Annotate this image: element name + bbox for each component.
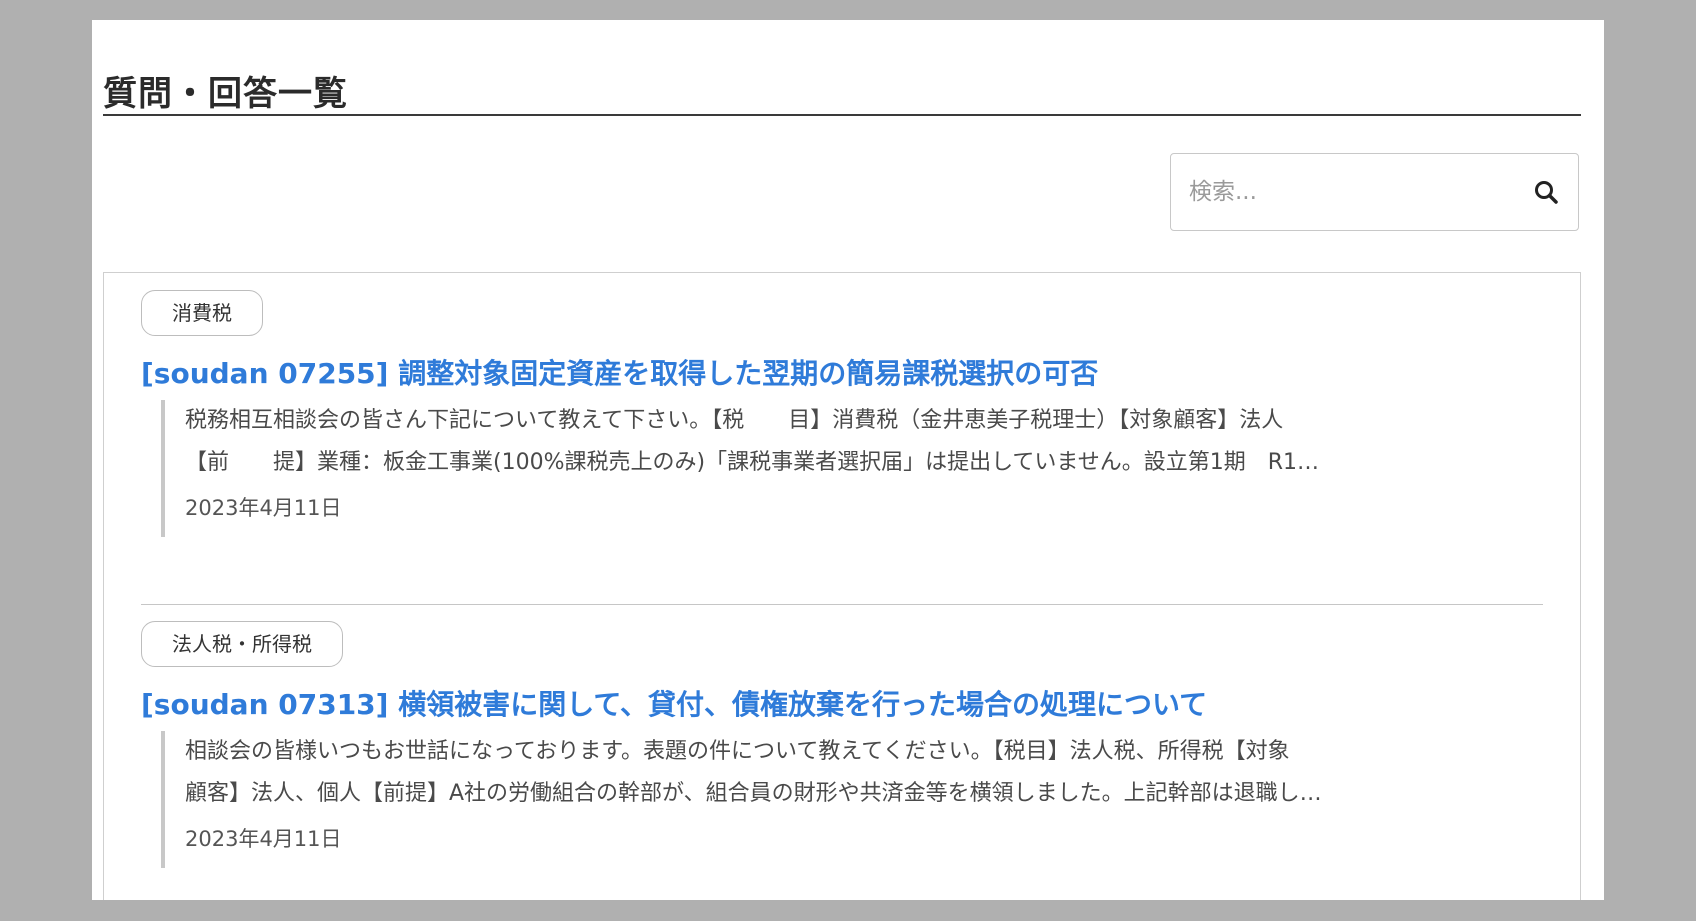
excerpt-text: 税務相互相談会の皆さん下記について教えて下さい。【税 目】消費税（金井恵美子税理… <box>185 400 1525 484</box>
category-tag[interactable]: 消費税 <box>141 290 263 336</box>
excerpt-block: 相談会の皆様いつもお世話になっております。表題の件について教えてください。【税目… <box>161 731 1543 868</box>
excerpt-text: 相談会の皆様いつもお世話になっております。表題の件について教えてください。【税目… <box>185 731 1525 815</box>
excerpt-block: 税務相互相談会の皆さん下記について教えて下さい。【税 目】消費税（金井恵美子税理… <box>161 400 1543 537</box>
search-icon <box>1530 181 1564 213</box>
excerpt-line: 税務相互相談会の皆さん下記について教えて下さい。【税 目】消費税（金井恵美子税理… <box>185 408 1284 433</box>
page-title: 質問・回答一覧 <box>103 74 348 114</box>
excerpt-line: 相談会の皆様いつもお世話になっております。表題の件について教えてください。【税目… <box>185 739 1290 764</box>
bottom-margin <box>0 900 1696 921</box>
search-button[interactable] <box>1530 176 1564 210</box>
post-date: 2023年4月11日 <box>185 827 342 851</box>
question-title-link[interactable]: [soudan 07313] 横領被害に関して、貸付、債権放棄を行った場合の処理… <box>141 683 1207 723</box>
search-box <box>1170 153 1579 231</box>
question-title-link[interactable]: [soudan 07255] 調整対象固定資産を取得した翌期の簡易課税選択の可否 <box>141 352 1098 392</box>
search-input[interactable] <box>1189 170 1509 214</box>
list-item: 消費税 [soudan 07255] 調整対象固定資産を取得した翌期の簡易課税選… <box>141 290 1543 590</box>
post-date: 2023年4月11日 <box>185 496 342 520</box>
list-item: 法人税・所得税 [soudan 07313] 横領被害に関して、貸付、債権放棄を… <box>141 621 1543 921</box>
excerpt-line: 顧客】法人、個人【前提】A社の労働組合の幹部が、組合員の財形や共済金等を横領しま… <box>185 781 1322 806</box>
excerpt-line: 【前 提】業種：板金工事業(100%課税売上のみ)「課税事業者選択届」は提出して… <box>185 450 1320 475</box>
category-tag[interactable]: 法人税・所得税 <box>141 621 343 667</box>
title-divider <box>103 114 1581 116</box>
item-divider <box>141 604 1543 605</box>
